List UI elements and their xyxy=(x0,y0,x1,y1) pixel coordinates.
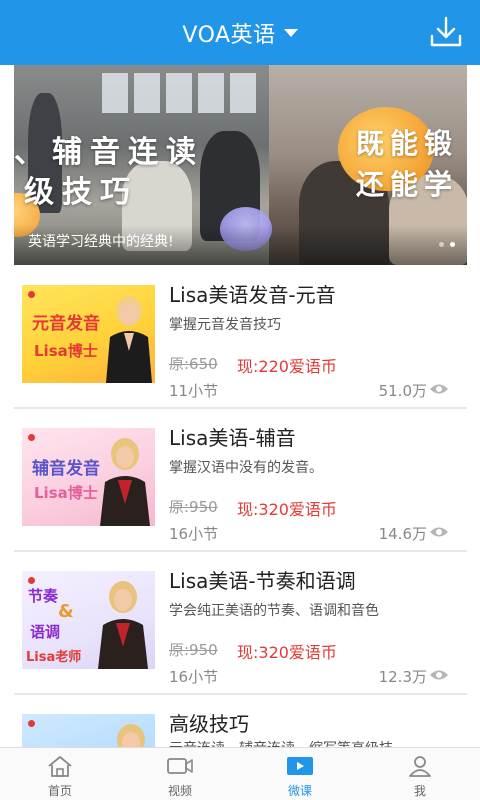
top-bar: VOA英语 xyxy=(0,0,480,65)
banner-headline-4: 还能学 xyxy=(356,168,459,201)
tab-video[interactable]: 视频 xyxy=(120,748,240,800)
course-thumbnail: 元音发音 Lisa博士 xyxy=(22,285,155,383)
tab-label: 我 xyxy=(413,784,426,798)
current-price: 现:320爱语币 xyxy=(237,643,337,662)
banner-headline-3: 既能锻 xyxy=(356,127,459,160)
carousel-dot[interactable] xyxy=(439,242,444,247)
user-icon xyxy=(409,756,431,777)
instructor-photo xyxy=(106,296,152,383)
pin-icon xyxy=(28,720,35,727)
bottom-tab-bar: 首页 视频 微课 我 xyxy=(0,747,480,800)
thumbnail-title-2: 语调 xyxy=(30,623,61,641)
thumbnail-subtitle: Lisa老师 xyxy=(26,650,82,665)
tab-home[interactable]: 首页 xyxy=(0,748,120,800)
lesson-count: 11小节 xyxy=(169,382,219,400)
tab-microlesson[interactable]: 微课 xyxy=(240,748,360,800)
course-description: 掌握元音发音技巧 xyxy=(169,317,281,333)
thumbnail-subtitle: Lisa博士 xyxy=(34,342,98,360)
current-price: 现:220爱语币 xyxy=(237,357,337,376)
original-price: 原:950 xyxy=(169,641,218,659)
course-description: 学会纯正美语的节奏、语调和音色 xyxy=(169,603,379,619)
course-title: Lisa美语-节奏和语调 xyxy=(169,569,356,593)
course-item-consonants[interactable]: 辅音发音 Lisa博士 Lisa美语-辅音 掌握汉语中没有的发音。 原:950 … xyxy=(14,410,467,552)
thumbnail-title: 辅音发音 xyxy=(32,459,100,479)
carousel-dot-active[interactable] xyxy=(450,242,455,247)
original-price: 原:650 xyxy=(169,355,218,373)
banner-carousel[interactable]: 、辅音连读 级技巧 既能锻 还能学 英语学习经典中的经典! xyxy=(14,65,467,265)
course-item-vowels[interactable]: 元音发音 Lisa博士 Lisa美语发音-元音 掌握元音发音技巧 原:650 现… xyxy=(14,267,467,409)
tab-label: 首页 xyxy=(47,784,72,798)
thumbnail-subtitle: Lisa博士 xyxy=(34,484,98,502)
tab-label: 微课 xyxy=(287,784,312,798)
course-item-advanced[interactable]: 高级技巧 元音连读、辅音连读、缩写等高级技 xyxy=(14,696,467,747)
thumbnail-title: 元音发音 xyxy=(32,314,100,334)
current-price: 现:320爱语币 xyxy=(237,500,337,519)
eye-icon xyxy=(430,527,448,537)
download-icon[interactable] xyxy=(428,14,464,50)
course-thumbnail: 节奏 & 语调 Lisa老师 xyxy=(22,571,155,669)
view-count: 14.6万 xyxy=(378,525,427,543)
eye-icon xyxy=(430,670,448,680)
banner-headline-2: 级技巧 xyxy=(24,175,138,210)
thumbnail-title: 节奏 xyxy=(28,587,59,605)
lesson-count: 16小节 xyxy=(169,525,219,543)
instructor-photo xyxy=(117,724,145,747)
caret-down-icon xyxy=(283,28,298,37)
tab-label: 视频 xyxy=(167,784,192,798)
instructor-photo xyxy=(98,581,148,669)
play-icon xyxy=(287,757,313,775)
view-count: 51.0万 xyxy=(378,382,427,400)
course-title: 高级技巧 xyxy=(169,712,249,736)
thumbnail-ampersand: & xyxy=(58,601,74,622)
app-title: VOA英语 xyxy=(182,22,276,48)
course-title: Lisa美语-辅音 xyxy=(169,426,296,450)
banner-caption: 英语学习经典中的经典! xyxy=(28,234,174,250)
video-icon xyxy=(167,758,193,774)
home-icon xyxy=(48,756,72,777)
tab-me[interactable]: 我 xyxy=(360,748,480,800)
carousel-indicator xyxy=(439,242,455,247)
eye-icon xyxy=(430,384,448,394)
banner-headline-1: 、辅音连读 xyxy=(14,135,204,170)
course-title: Lisa美语发音-元音 xyxy=(169,283,336,307)
course-item-rhythm[interactable]: 节奏 & 语调 Lisa老师 Lisa美语-节奏和语调 学会纯正美语的节奏、语调… xyxy=(14,553,467,695)
course-description: 元音连读、辅音连读、缩写等高级技 xyxy=(169,738,393,747)
pin-icon xyxy=(28,291,35,298)
course-thumbnail: 辅音发音 Lisa博士 xyxy=(22,428,155,526)
lesson-count: 16小节 xyxy=(169,668,219,686)
view-count: 12.3万 xyxy=(378,668,427,686)
title-dropdown[interactable]: VOA英语 xyxy=(0,0,480,65)
original-price: 原:950 xyxy=(169,498,218,516)
course-description: 掌握汉语中没有的发音。 xyxy=(169,460,323,476)
pin-icon xyxy=(28,577,35,584)
pin-icon xyxy=(28,434,35,441)
course-thumbnail xyxy=(22,714,155,747)
instructor-photo xyxy=(100,438,150,526)
